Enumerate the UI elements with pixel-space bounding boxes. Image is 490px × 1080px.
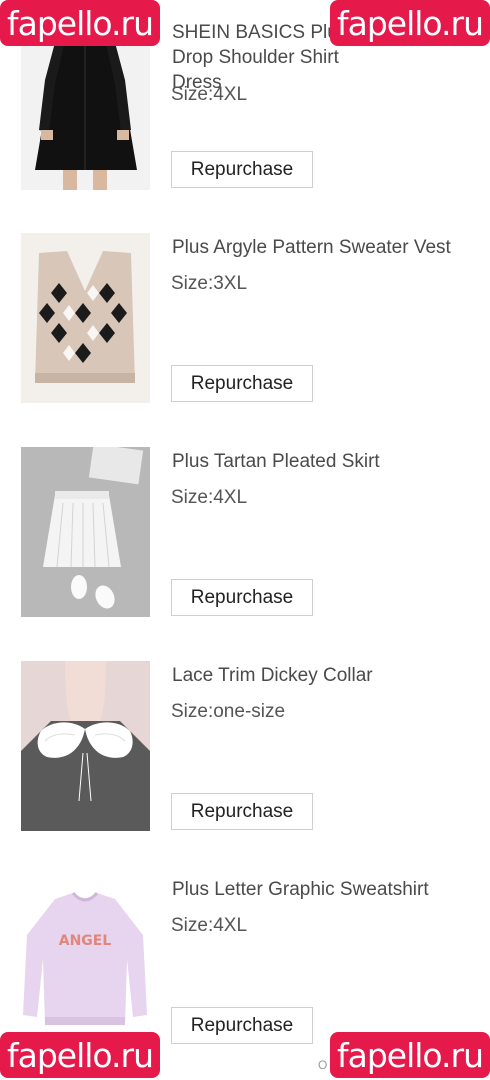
product-image-white-pleated-skirt[interactable]	[21, 447, 150, 617]
product-size: Size:4XL	[171, 915, 248, 936]
product-image-argyle-sweater-vest[interactable]	[21, 233, 150, 403]
repurchase-button[interactable]: Repurchase	[171, 151, 313, 188]
product-title[interactable]: Lace Trim Dickey Collar	[172, 663, 490, 688]
product-size: Size:one-size	[171, 701, 286, 722]
product-image-lace-collar[interactable]	[21, 661, 150, 831]
watermark-logo: fapello.ru	[0, 0, 160, 46]
watermark-logo: fapello.ru	[330, 1032, 490, 1078]
product-size: Size:4XL	[171, 84, 248, 105]
watermark-logo: fapello.ru	[330, 0, 490, 46]
product-title[interactable]: Plus Letter Graphic Sweatshirt	[172, 877, 490, 902]
product-size: Size:3XL	[171, 273, 248, 294]
repurchase-button[interactable]: Repurchase	[171, 1007, 313, 1044]
order-item: Lace Trim Dickey Collar Size:one-size Re…	[0, 661, 490, 841]
product-size: Size:4XL	[171, 487, 248, 508]
product-title[interactable]: Plus Tartan Pleated Skirt	[172, 449, 490, 474]
order-item: ANGEL Plus Letter Graphic Sweatshirt Siz…	[0, 875, 490, 1055]
footer-fragment: O	[318, 1058, 328, 1072]
repurchase-button[interactable]: Repurchase	[171, 579, 313, 616]
product-image-lilac-sweatshirt[interactable]: ANGEL	[21, 875, 150, 1045]
watermark-logo: fapello.ru	[0, 1032, 160, 1078]
repurchase-button[interactable]: Repurchase	[171, 365, 313, 402]
product-title[interactable]: Plus Argyle Pattern Sweater Vest	[172, 235, 490, 260]
order-item: Plus Argyle Pattern Sweater Vest Size:3X…	[0, 233, 490, 413]
svg-text:ANGEL: ANGEL	[59, 933, 112, 949]
repurchase-button[interactable]: Repurchase	[171, 793, 313, 830]
order-item: Plus Tartan Pleated Skirt Size:4XL Repur…	[0, 447, 490, 627]
